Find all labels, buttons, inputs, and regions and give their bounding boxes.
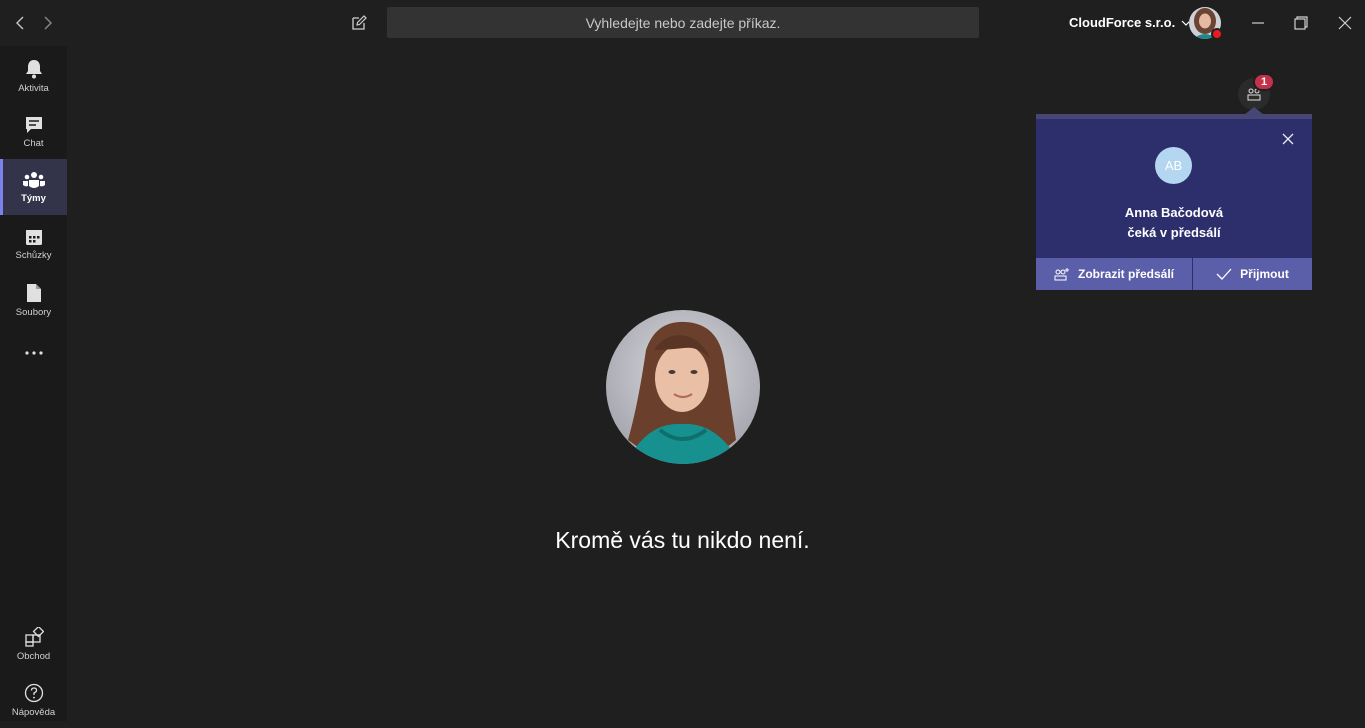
rail-item-label: Aktivita <box>18 82 49 94</box>
title-bar: Vyhledejte nebo zadejte příkaz. CloudFor… <box>0 0 1365 46</box>
participant-avatar <box>606 310 760 464</box>
status-busy-indicator <box>1211 28 1223 40</box>
bell-icon <box>25 59 42 78</box>
rail-item-files[interactable]: Soubory <box>0 272 67 328</box>
calendar-icon <box>25 229 42 245</box>
compose-icon[interactable] <box>350 14 368 32</box>
chat-icon <box>25 116 42 133</box>
back-arrow-icon[interactable] <box>12 14 28 32</box>
file-icon <box>26 283 41 302</box>
close-window-icon[interactable] <box>1337 15 1353 31</box>
view-lobby-button[interactable]: Zobrazit předsálí <box>1036 258 1192 290</box>
app-bar: Aktivita Chat Týmy Schůzky Soubory Obcho… <box>0 46 67 721</box>
admit-button[interactable]: Přijmout <box>1193 258 1312 290</box>
more-icon <box>24 351 43 355</box>
teams-icon <box>22 171 45 188</box>
help-icon <box>24 683 43 702</box>
admit-label: Přijmout <box>1240 267 1289 281</box>
rail-item-meetings[interactable]: Schůzky <box>0 216 67 272</box>
rail-item-label: Soubory <box>15 306 52 318</box>
rail-item-label: Nápověda <box>11 706 56 718</box>
participant-photo-icon <box>606 310 760 464</box>
rail-item-teams[interactable]: Týmy <box>0 159 67 215</box>
rail-item-label: Týmy <box>21 192 46 204</box>
forward-arrow-icon[interactable] <box>40 14 56 32</box>
toast-actions: Zobrazit předsálí Přijmout <box>1036 258 1312 290</box>
waiting-person-name: Anna Bačodová <box>1124 205 1224 220</box>
rail-item-label: Schůzky <box>15 249 52 261</box>
rail-item-chat[interactable]: Chat <box>0 104 67 160</box>
rail-item-help[interactable]: Nápověda <box>0 672 67 728</box>
lobby-count-badge: 1 <box>1253 73 1275 91</box>
avatar: AB <box>1155 147 1192 184</box>
view-lobby-label: Zobrazit předsálí <box>1077 267 1175 281</box>
search-input[interactable]: Vyhledejte nebo zadejte příkaz. <box>387 7 979 38</box>
rail-item-more[interactable] <box>0 327 67 383</box>
rail-item-store[interactable]: Obchod <box>0 616 67 672</box>
waiting-status-text: čeká v předsálí <box>1127 225 1221 240</box>
empty-meeting-message: Kromě vás tu nikdo není. <box>555 527 810 553</box>
minimize-icon[interactable] <box>1250 15 1266 31</box>
rail-item-activity[interactable]: Aktivita <box>0 48 67 104</box>
checkmark-icon <box>1216 268 1232 280</box>
org-name: CloudForce s.r.o. <box>1069 15 1176 30</box>
lobby-toast: AB Anna Bačodová čeká v předsálí Zobrazi… <box>1036 114 1312 290</box>
rail-item-label: Obchod <box>16 650 51 662</box>
close-icon[interactable] <box>1280 131 1296 147</box>
rail-item-label: Chat <box>23 137 44 149</box>
restore-icon[interactable] <box>1293 15 1309 31</box>
store-icon <box>24 626 44 647</box>
org-switcher[interactable]: CloudForce s.r.o. <box>1069 15 1191 30</box>
people-add-icon <box>1054 268 1069 281</box>
